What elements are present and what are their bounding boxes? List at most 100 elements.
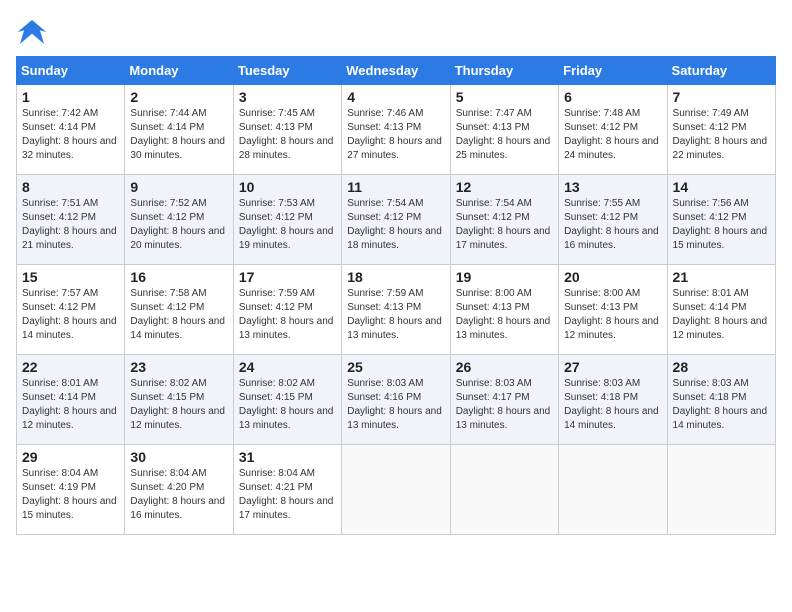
cell-info: Sunrise: 7:45 AM Sunset: 4:13 PM Dayligh… (239, 107, 336, 163)
calendar-cell: 12 Sunrise: 7:54 AM Sunset: 4:12 PM Dayl… (450, 175, 558, 265)
col-header-friday: Friday (559, 57, 667, 85)
calendar-week-row: 29 Sunrise: 8:04 AM Sunset: 4:19 PM Dayl… (17, 445, 776, 535)
logo (16, 16, 52, 48)
calendar-cell: 15 Sunrise: 7:57 AM Sunset: 4:12 PM Dayl… (17, 265, 125, 355)
calendar-cell: 22 Sunrise: 8:01 AM Sunset: 4:14 PM Dayl… (17, 355, 125, 445)
cell-info: Sunrise: 8:04 AM Sunset: 4:19 PM Dayligh… (22, 467, 119, 523)
calendar-cell: 8 Sunrise: 7:51 AM Sunset: 4:12 PM Dayli… (17, 175, 125, 265)
calendar-cell: 25 Sunrise: 8:03 AM Sunset: 4:16 PM Dayl… (342, 355, 450, 445)
day-number: 4 (347, 89, 444, 105)
cell-info: Sunrise: 7:51 AM Sunset: 4:12 PM Dayligh… (22, 197, 119, 253)
cell-info: Sunrise: 7:48 AM Sunset: 4:12 PM Dayligh… (564, 107, 661, 163)
calendar-cell: 10 Sunrise: 7:53 AM Sunset: 4:12 PM Dayl… (233, 175, 341, 265)
cell-info: Sunrise: 7:54 AM Sunset: 4:12 PM Dayligh… (456, 197, 553, 253)
cell-info: Sunrise: 7:47 AM Sunset: 4:13 PM Dayligh… (456, 107, 553, 163)
day-number: 8 (22, 179, 119, 195)
calendar-cell: 29 Sunrise: 8:04 AM Sunset: 4:19 PM Dayl… (17, 445, 125, 535)
logo-bird-icon (16, 16, 48, 48)
day-number: 9 (130, 179, 227, 195)
calendar-week-row: 8 Sunrise: 7:51 AM Sunset: 4:12 PM Dayli… (17, 175, 776, 265)
calendar-week-row: 1 Sunrise: 7:42 AM Sunset: 4:14 PM Dayli… (17, 85, 776, 175)
cell-info: Sunrise: 7:42 AM Sunset: 4:14 PM Dayligh… (22, 107, 119, 163)
calendar-cell: 30 Sunrise: 8:04 AM Sunset: 4:20 PM Dayl… (125, 445, 233, 535)
day-number: 29 (22, 449, 119, 465)
calendar-cell: 24 Sunrise: 8:02 AM Sunset: 4:15 PM Dayl… (233, 355, 341, 445)
cell-info: Sunrise: 7:55 AM Sunset: 4:12 PM Dayligh… (564, 197, 661, 253)
cell-info: Sunrise: 8:01 AM Sunset: 4:14 PM Dayligh… (673, 287, 770, 343)
calendar-cell: 16 Sunrise: 7:58 AM Sunset: 4:12 PM Dayl… (125, 265, 233, 355)
day-number: 6 (564, 89, 661, 105)
calendar-cell: 11 Sunrise: 7:54 AM Sunset: 4:12 PM Dayl… (342, 175, 450, 265)
day-number: 22 (22, 359, 119, 375)
cell-info: Sunrise: 7:59 AM Sunset: 4:13 PM Dayligh… (347, 287, 444, 343)
cell-info: Sunrise: 8:03 AM Sunset: 4:18 PM Dayligh… (673, 377, 770, 433)
calendar-cell: 21 Sunrise: 8:01 AM Sunset: 4:14 PM Dayl… (667, 265, 775, 355)
calendar-cell: 26 Sunrise: 8:03 AM Sunset: 4:17 PM Dayl… (450, 355, 558, 445)
calendar-cell: 3 Sunrise: 7:45 AM Sunset: 4:13 PM Dayli… (233, 85, 341, 175)
calendar-cell: 7 Sunrise: 7:49 AM Sunset: 4:12 PM Dayli… (667, 85, 775, 175)
calendar-cell: 13 Sunrise: 7:55 AM Sunset: 4:12 PM Dayl… (559, 175, 667, 265)
col-header-wednesday: Wednesday (342, 57, 450, 85)
day-number: 30 (130, 449, 227, 465)
day-number: 11 (347, 179, 444, 195)
cell-info: Sunrise: 7:56 AM Sunset: 4:12 PM Dayligh… (673, 197, 770, 253)
day-number: 13 (564, 179, 661, 195)
col-header-thursday: Thursday (450, 57, 558, 85)
calendar-week-row: 22 Sunrise: 8:01 AM Sunset: 4:14 PM Dayl… (17, 355, 776, 445)
calendar-cell (342, 445, 450, 535)
cell-info: Sunrise: 8:00 AM Sunset: 4:13 PM Dayligh… (564, 287, 661, 343)
header (16, 16, 776, 48)
day-number: 17 (239, 269, 336, 285)
day-number: 1 (22, 89, 119, 105)
calendar-cell: 9 Sunrise: 7:52 AM Sunset: 4:12 PM Dayli… (125, 175, 233, 265)
calendar-cell: 28 Sunrise: 8:03 AM Sunset: 4:18 PM Dayl… (667, 355, 775, 445)
cell-info: Sunrise: 8:02 AM Sunset: 4:15 PM Dayligh… (239, 377, 336, 433)
cell-info: Sunrise: 7:53 AM Sunset: 4:12 PM Dayligh… (239, 197, 336, 253)
day-number: 16 (130, 269, 227, 285)
cell-info: Sunrise: 8:03 AM Sunset: 4:17 PM Dayligh… (456, 377, 553, 433)
cell-info: Sunrise: 8:03 AM Sunset: 4:18 PM Dayligh… (564, 377, 661, 433)
calendar-cell (450, 445, 558, 535)
cell-info: Sunrise: 7:49 AM Sunset: 4:12 PM Dayligh… (673, 107, 770, 163)
calendar-cell: 14 Sunrise: 7:56 AM Sunset: 4:12 PM Dayl… (667, 175, 775, 265)
day-number: 31 (239, 449, 336, 465)
day-number: 5 (456, 89, 553, 105)
calendar-cell: 20 Sunrise: 8:00 AM Sunset: 4:13 PM Dayl… (559, 265, 667, 355)
cell-info: Sunrise: 8:02 AM Sunset: 4:15 PM Dayligh… (130, 377, 227, 433)
cell-info: Sunrise: 8:04 AM Sunset: 4:21 PM Dayligh… (239, 467, 336, 523)
calendar-cell: 5 Sunrise: 7:47 AM Sunset: 4:13 PM Dayli… (450, 85, 558, 175)
calendar-cell: 1 Sunrise: 7:42 AM Sunset: 4:14 PM Dayli… (17, 85, 125, 175)
calendar-cell: 19 Sunrise: 8:00 AM Sunset: 4:13 PM Dayl… (450, 265, 558, 355)
calendar-cell: 27 Sunrise: 8:03 AM Sunset: 4:18 PM Dayl… (559, 355, 667, 445)
day-number: 19 (456, 269, 553, 285)
day-number: 21 (673, 269, 770, 285)
day-number: 12 (456, 179, 553, 195)
day-number: 2 (130, 89, 227, 105)
calendar-week-row: 15 Sunrise: 7:57 AM Sunset: 4:12 PM Dayl… (17, 265, 776, 355)
calendar-cell (667, 445, 775, 535)
col-header-sunday: Sunday (17, 57, 125, 85)
cell-info: Sunrise: 7:44 AM Sunset: 4:14 PM Dayligh… (130, 107, 227, 163)
cell-info: Sunrise: 7:58 AM Sunset: 4:12 PM Dayligh… (130, 287, 227, 343)
day-number: 25 (347, 359, 444, 375)
cell-info: Sunrise: 8:04 AM Sunset: 4:20 PM Dayligh… (130, 467, 227, 523)
calendar-cell: 18 Sunrise: 7:59 AM Sunset: 4:13 PM Dayl… (342, 265, 450, 355)
cell-info: Sunrise: 7:54 AM Sunset: 4:12 PM Dayligh… (347, 197, 444, 253)
col-header-tuesday: Tuesday (233, 57, 341, 85)
day-number: 7 (673, 89, 770, 105)
cell-info: Sunrise: 7:52 AM Sunset: 4:12 PM Dayligh… (130, 197, 227, 253)
col-header-saturday: Saturday (667, 57, 775, 85)
calendar-cell: 31 Sunrise: 8:04 AM Sunset: 4:21 PM Dayl… (233, 445, 341, 535)
day-number: 18 (347, 269, 444, 285)
day-number: 10 (239, 179, 336, 195)
cell-info: Sunrise: 7:59 AM Sunset: 4:12 PM Dayligh… (239, 287, 336, 343)
calendar-cell: 6 Sunrise: 7:48 AM Sunset: 4:12 PM Dayli… (559, 85, 667, 175)
cell-info: Sunrise: 8:00 AM Sunset: 4:13 PM Dayligh… (456, 287, 553, 343)
cell-info: Sunrise: 8:01 AM Sunset: 4:14 PM Dayligh… (22, 377, 119, 433)
day-number: 26 (456, 359, 553, 375)
cell-info: Sunrise: 7:57 AM Sunset: 4:12 PM Dayligh… (22, 287, 119, 343)
day-number: 23 (130, 359, 227, 375)
col-header-monday: Monday (125, 57, 233, 85)
day-number: 24 (239, 359, 336, 375)
day-number: 15 (22, 269, 119, 285)
